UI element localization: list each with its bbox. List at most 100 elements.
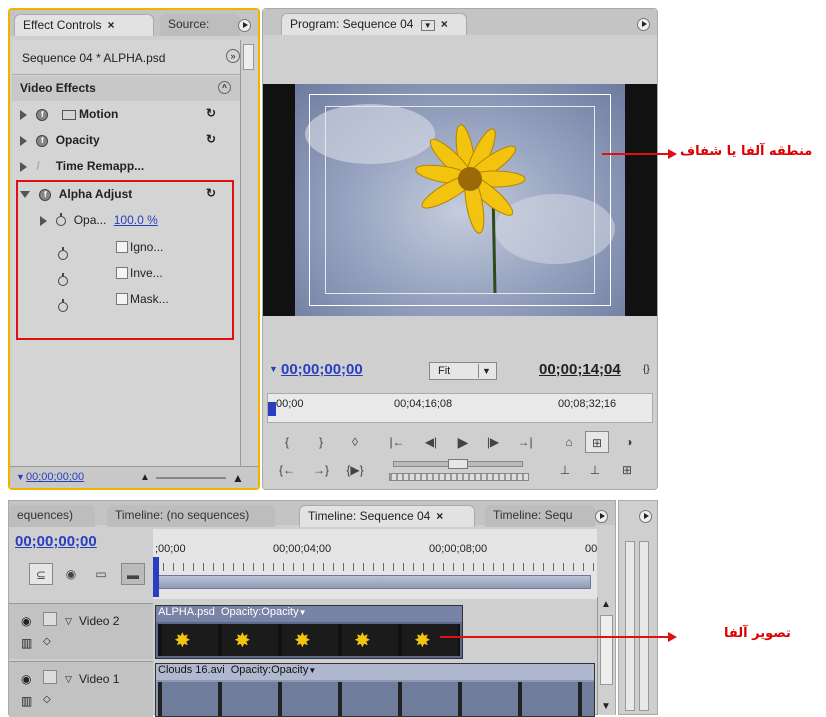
eye-icon[interactable]: ◉ <box>21 614 31 628</box>
track-height-icon[interactable]: ▬ <box>121 563 145 585</box>
loop-icon[interactable]: ⌂ <box>557 431 581 453</box>
effect-row-motion[interactable]: f Motion ↻ <box>12 102 240 127</box>
step-back-icon[interactable]: ◀| <box>419 431 443 453</box>
panel-menu-icon[interactable] <box>595 510 608 523</box>
ignore-alpha-checkbox[interactable] <box>116 241 128 253</box>
toggle-timeline-view-icon[interactable]: » <box>226 49 240 63</box>
output-icon[interactable]: ◑ <box>617 431 641 453</box>
expand-triangle-icon[interactable] <box>20 161 27 172</box>
eye-icon[interactable]: ◉ <box>21 672 31 686</box>
zoom-in-icon[interactable]: ▲ <box>232 471 244 485</box>
reset-icon[interactable]: ↻ <box>206 186 216 200</box>
program-current-timecode[interactable]: 00;00;00;00 <box>281 361 363 378</box>
scroll-up-icon[interactable]: ▲ <box>601 599 611 610</box>
mask-only-checkbox[interactable] <box>116 293 128 305</box>
tab-timeline-no-sequences[interactable]: Timeline: (no sequences) <box>107 505 275 527</box>
sequence-dropdown-icon[interactable]: ▼ <box>420 20 435 31</box>
set-unnumbered-marker-icon[interactable]: ▭ <box>89 563 113 585</box>
timeline-timecode[interactable]: 00;00;00;00 <box>15 533 97 550</box>
timeline-scrollbar[interactable]: ▲ ▼ <box>597 597 615 715</box>
go-to-in-icon[interactable]: |← <box>385 431 409 453</box>
jog-disk[interactable] <box>389 473 529 481</box>
reset-icon[interactable]: ↻ <box>206 132 216 146</box>
close-icon[interactable]: × <box>436 509 443 523</box>
tab-timeline-sequences[interactable]: equences) <box>9 505 95 527</box>
effect-controls-scrollbar[interactable] <box>240 40 256 466</box>
mark-out-icon[interactable]: } <box>309 431 333 453</box>
expand-triangle-icon[interactable] <box>20 135 27 146</box>
clip-alpha-psd[interactable]: ALPHA.psd Opacity:Opacity▼ ✸ ✸ ✸ ✸ ✸ <box>155 605 463 659</box>
tab-timeline-sequ[interactable]: Timeline: Sequ <box>485 505 595 527</box>
scroll-down-icon[interactable]: ▼ <box>601 701 611 712</box>
reset-icon[interactable]: ↻ <box>206 106 216 120</box>
zoom-select[interactable]: Fit ▼ <box>429 362 497 380</box>
display-style-icon[interactable]: ▥ <box>21 694 32 708</box>
display-style-icon[interactable]: ▥ <box>21 636 32 650</box>
set-marker-icon[interactable]: ◊ <box>343 431 367 453</box>
close-icon[interactable]: × <box>107 18 114 32</box>
shuttle-thumb[interactable] <box>448 459 468 469</box>
go-to-previous-edit-icon[interactable]: {← <box>275 459 299 481</box>
effect-row-alpha-adjust[interactable]: f Alpha Adjust ↻ <box>12 182 240 207</box>
clip-clouds-avi[interactable]: Clouds 16.avi Opacity:Opacity▼ <box>155 663 595 717</box>
expand-triangle-icon[interactable] <box>40 215 47 226</box>
collapse-triangle-icon[interactable]: ▽ <box>65 674 72 685</box>
effect-controls-timecode[interactable]: 00;00;00;00 <box>26 471 84 483</box>
tab-source[interactable]: Source: <box>160 14 240 36</box>
trim-icon[interactable]: ⊞ <box>615 459 639 481</box>
stopwatch-icon[interactable] <box>58 246 68 260</box>
extract-icon[interactable]: ⊥ <box>583 459 607 481</box>
play-icon[interactable]: ▶ <box>451 431 475 453</box>
panel-menu-icon[interactable] <box>637 18 650 31</box>
tab-timeline-sequence-04[interactable]: Timeline: Sequence 04 × <box>299 505 475 527</box>
clip-fx[interactable]: Opacity:Opacity <box>221 606 299 618</box>
set-encore-marker-icon[interactable]: ◉ <box>59 563 83 585</box>
timeline-ruler[interactable]: ;00;00 00;00;04;00 00;00;08;00 00 <box>153 529 597 599</box>
playhead-icon[interactable] <box>268 402 276 416</box>
zoom-slider[interactable] <box>156 477 226 479</box>
close-icon[interactable]: × <box>441 17 448 31</box>
step-forward-icon[interactable]: |▶ <box>481 431 505 453</box>
go-to-out-icon[interactable]: →| <box>513 431 537 453</box>
stopwatch-icon[interactable] <box>56 212 67 226</box>
mark-in-icon[interactable]: { <box>275 431 299 453</box>
lift-icon[interactable]: ⊥ <box>553 459 577 481</box>
collapse-triangle-icon[interactable] <box>20 191 30 199</box>
collapse-icon[interactable]: ^ <box>218 81 231 94</box>
chevron-down-icon[interactable]: ▼ <box>478 364 494 378</box>
scroll-thumb[interactable] <box>243 44 254 70</box>
effect-row-time-remapping[interactable]: / Time Remapp... <box>12 154 240 179</box>
playhead-icon[interactable] <box>153 557 159 597</box>
tab-effect-controls[interactable]: Effect Controls × <box>14 14 154 36</box>
lock-icon[interactable] <box>43 612 57 626</box>
panel-menu-icon[interactable] <box>639 510 652 523</box>
play-in-to-out-icon[interactable]: {▶} <box>343 459 367 481</box>
safe-margins-icon[interactable]: ⊞ <box>585 431 609 453</box>
program-time-ruler[interactable]: 00;00 00;04;16;08 00;08;32;16 <box>267 393 653 423</box>
fx-toggle-icon[interactable]: f <box>36 108 49 121</box>
program-timecode-bar: ▼ 00;00;00;00 Fit ▼ 00;00;14;04 {} <box>263 359 657 383</box>
effect-row-opacity[interactable]: f Opacity ↻ <box>12 128 240 153</box>
opacity-value[interactable]: 100.0 % <box>114 213 158 227</box>
keyframe-icon[interactable]: ◇ <box>43 636 51 647</box>
fx-toggle-icon[interactable]: f <box>39 188 52 201</box>
chevron-down-icon[interactable]: ▼ <box>308 666 316 675</box>
collapse-triangle-icon[interactable]: ▽ <box>65 616 72 627</box>
keyframe-icon[interactable]: ◇ <box>43 694 51 705</box>
stopwatch-icon[interactable] <box>58 298 68 312</box>
shuttle-slider[interactable] <box>393 459 523 469</box>
panel-menu-icon[interactable] <box>238 19 251 32</box>
scroll-thumb[interactable] <box>600 615 613 685</box>
fx-toggle-icon[interactable]: f <box>36 134 49 147</box>
stopwatch-icon[interactable] <box>58 272 68 286</box>
invert-alpha-checkbox[interactable] <box>116 267 128 279</box>
tab-program[interactable]: Program: Sequence 04 ▼ × <box>281 13 467 35</box>
lock-icon[interactable] <box>43 670 57 684</box>
expand-triangle-icon[interactable] <box>20 109 27 120</box>
go-to-next-edit-icon[interactable]: →} <box>309 459 333 481</box>
clip-fx[interactable]: Opacity:Opacity <box>231 664 309 676</box>
chevron-down-icon[interactable]: ▼ <box>299 608 307 617</box>
snap-icon[interactable]: ⊆ <box>29 563 53 585</box>
work-area-bar[interactable] <box>155 575 591 589</box>
zoom-out-icon[interactable]: ▲ <box>140 472 150 483</box>
